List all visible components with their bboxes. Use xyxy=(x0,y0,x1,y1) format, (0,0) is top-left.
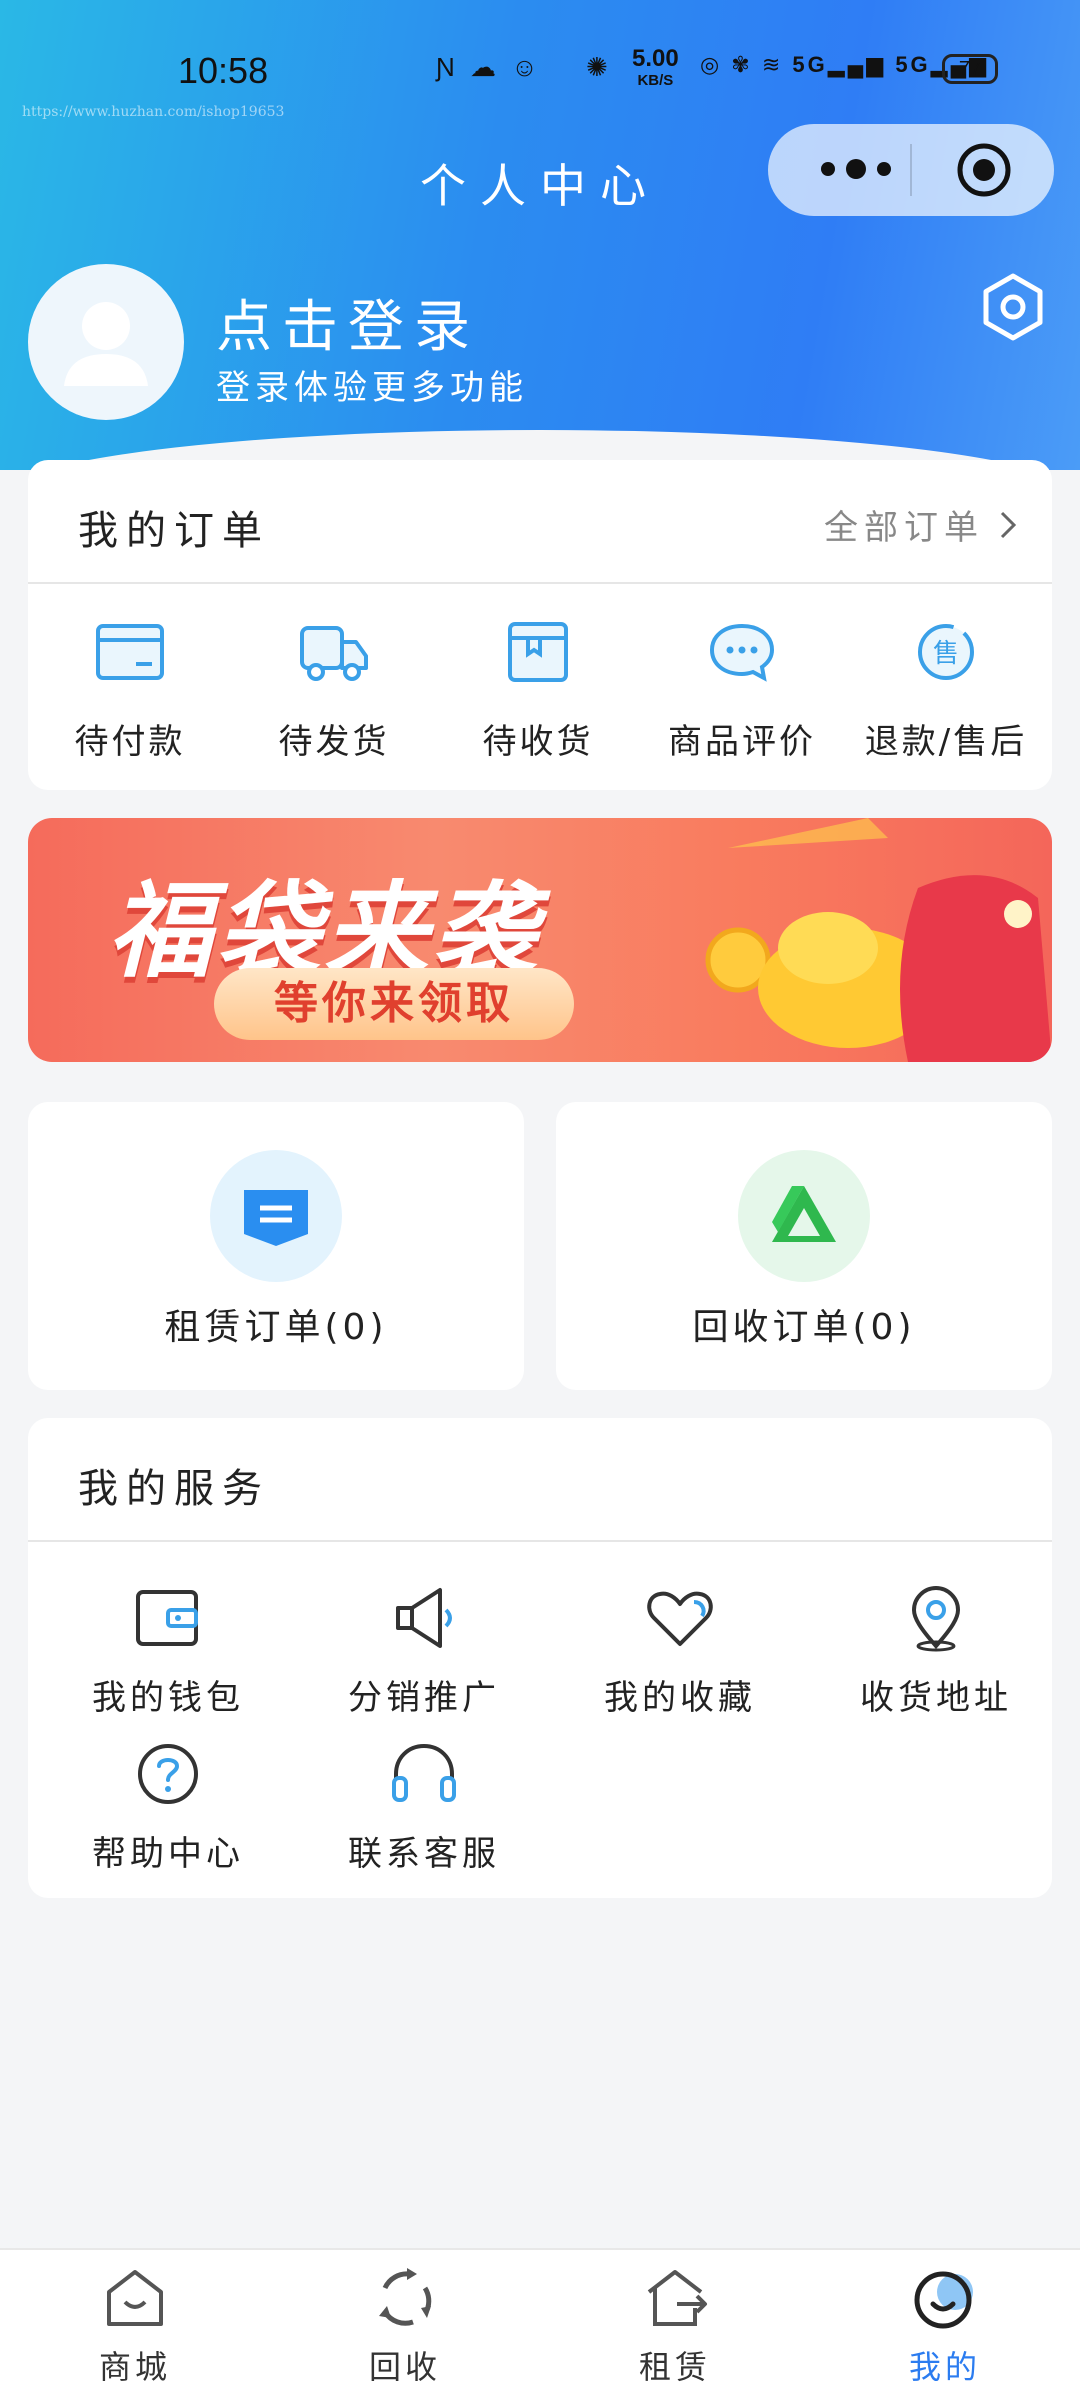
services-card-header: 我的服务 xyxy=(28,1418,1052,1542)
tab-label: 租赁 xyxy=(638,2348,711,2386)
all-orders-link[interactable]: 全部订单 xyxy=(824,500,1022,549)
close-miniapp-icon[interactable] xyxy=(956,142,1012,198)
order-item-label: 退款/售后 xyxy=(864,722,1028,762)
recycle-tab-icon xyxy=(379,2268,432,2326)
capsule-divider xyxy=(910,144,912,196)
tab-profile[interactable]: 我的 xyxy=(810,2262,1080,2388)
order-pending-payment[interactable]: 待付款 xyxy=(28,620,232,763)
all-orders-label: 全部订单 xyxy=(824,508,984,548)
tab-recycle[interactable]: 回收 xyxy=(270,2262,540,2388)
card-icon xyxy=(96,624,164,680)
order-pending-shipment[interactable]: 待发货 xyxy=(232,620,436,763)
service-favorites[interactable]: 我的收藏 xyxy=(552,1582,808,1719)
help-icon xyxy=(138,1744,198,1804)
package-icon xyxy=(508,622,568,682)
banner-button[interactable]: 等你来领取 xyxy=(214,968,574,1040)
login-subtitle: 登录体验更多功能 xyxy=(216,368,528,408)
after-sale-icon: 售 xyxy=(918,624,974,680)
tab-label: 我的 xyxy=(908,2348,981,2386)
shop-icon xyxy=(107,2270,163,2326)
rent-order-label: 租赁订单(0) xyxy=(164,1307,388,1348)
nfc-icon: Ɲ ☁ ☺ xyxy=(436,52,542,82)
avatar[interactable] xyxy=(28,264,184,420)
service-wallet[interactable]: 我的钱包 xyxy=(40,1582,296,1719)
service-label: 联系客服 xyxy=(348,1834,500,1874)
miniapp-capsule xyxy=(768,124,1054,216)
more-icon[interactable] xyxy=(806,144,906,194)
status-time: 10:58 xyxy=(178,50,269,91)
svg-text:售: 售 xyxy=(933,639,959,669)
comment-icon xyxy=(709,623,775,682)
service-customer-support[interactable]: 联系客服 xyxy=(296,1738,552,1875)
order-item-label: 待付款 xyxy=(74,722,186,762)
rent-tab-icon xyxy=(647,2270,707,2326)
order-item-label: 商品评价 xyxy=(668,722,816,762)
network-speed: 5.00 KB/S xyxy=(632,45,679,90)
services-title: 我的服务 xyxy=(78,1466,270,1512)
rent-order-icon xyxy=(244,1190,308,1246)
service-help[interactable]: 帮助中心 xyxy=(40,1738,296,1875)
lucky-bag-banner[interactable]: 福袋来袭 等你来领取 xyxy=(28,818,1052,1062)
order-after-sale[interactable]: 售 退款/售后 xyxy=(844,620,1048,763)
service-address[interactable]: 收货地址 xyxy=(808,1582,1064,1719)
rent-order-card[interactable]: 租赁订单(0) xyxy=(28,1102,524,1390)
profile-tab-icon xyxy=(914,2271,973,2329)
service-label: 我的钱包 xyxy=(92,1678,244,1718)
rent-order-icon-bg xyxy=(210,1150,342,1282)
service-distribution[interactable]: 分销推广 xyxy=(296,1582,552,1719)
status-bar: 10:58 Ɲ ☁ ☺ ✺ 5.00 KB/S ◎ ✾ ≋ 5G▂▄▆ 5G▂▄… xyxy=(0,40,1080,110)
orders-title: 我的订单 xyxy=(78,508,270,554)
tab-shop[interactable]: 商城 xyxy=(0,2262,270,2388)
headset-icon xyxy=(392,1743,456,1802)
order-item-label: 待收货 xyxy=(482,722,594,762)
bottom-tab-bar: 商城 回收 租赁 我的 xyxy=(0,2248,1080,2400)
service-label: 我的收藏 xyxy=(604,1678,756,1718)
settings-icon[interactable] xyxy=(978,272,1048,342)
lucky-bag-illustration xyxy=(705,818,1052,1062)
tab-rent[interactable]: 租赁 xyxy=(540,2262,810,2388)
service-label: 收货地址 xyxy=(860,1678,1012,1718)
services-card: 我的服务 我的钱包 分销推广 我的收藏 收货地址 帮助中心 联系客服 xyxy=(28,1418,1052,1898)
heart-icon xyxy=(647,1591,713,1646)
tab-label: 回收 xyxy=(368,2348,441,2386)
location-icon xyxy=(911,1585,961,1652)
order-pending-receipt[interactable]: 待收货 xyxy=(436,620,640,763)
order-review[interactable]: 商品评价 xyxy=(640,620,844,763)
orders-card-header: 我的订单 全部订单 xyxy=(28,460,1052,584)
order-item-label: 待发货 xyxy=(278,722,390,762)
watermark: https://www.huzhan.com/ishop19653 xyxy=(22,104,285,120)
orders-card: 我的订单 全部订单 待付款 待发货 待收货 商品评价 售 退款/售后 xyxy=(28,460,1052,790)
recycle-order-card[interactable]: 回收订单(0) xyxy=(556,1102,1052,1390)
gear-status-icon: ✺ xyxy=(586,52,612,82)
service-label: 分销推广 xyxy=(348,1678,500,1718)
login-title[interactable]: 点击登录 xyxy=(216,282,480,363)
megaphone-icon xyxy=(396,1588,452,1648)
recycle-icon xyxy=(772,1186,836,1242)
chevron-right-icon xyxy=(1000,511,1017,538)
user-avatar-icon xyxy=(64,302,148,386)
tab-label: 商城 xyxy=(98,2348,171,2386)
recycle-icon-bg xyxy=(738,1150,870,1282)
recycle-order-label: 回收订单(0) xyxy=(692,1307,916,1348)
truck-icon xyxy=(300,626,368,681)
service-label: 帮助中心 xyxy=(92,1834,244,1874)
wallet-icon xyxy=(136,1590,198,1646)
battery-icon: 77 xyxy=(942,54,998,84)
